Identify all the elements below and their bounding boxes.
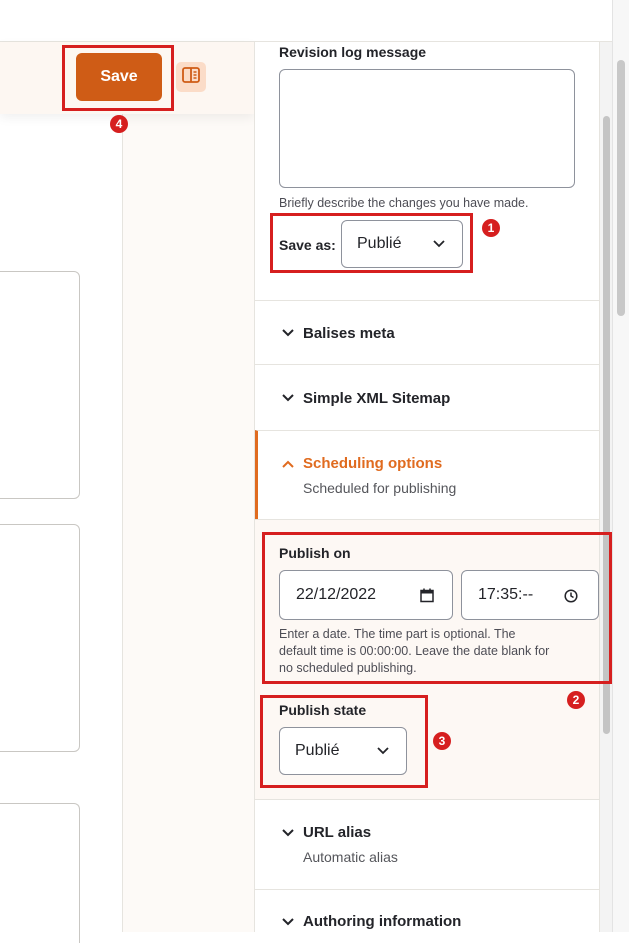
section-scheduling-options[interactable]: Scheduling options Scheduled for publish… — [255, 430, 599, 519]
publish-date-value: 22/12/2022 — [296, 586, 377, 603]
publish-on-help: Enter a date. The time part is optional.… — [279, 626, 589, 677]
calendar-icon[interactable] — [420, 588, 434, 603]
clock-icon[interactable] — [564, 589, 578, 603]
section-authoring-information[interactable]: Authoring information — [255, 889, 599, 932]
save-as-label: Save as: — [279, 237, 336, 253]
section-meta-tags[interactable]: Balises meta — [255, 300, 599, 364]
sidebar-toggle-button[interactable] — [176, 62, 206, 92]
page-scrollbar-thumb[interactable] — [617, 60, 625, 316]
section-title: Authoring information — [303, 913, 462, 930]
section-xml-sitemap[interactable]: Simple XML Sitemap — [255, 364, 599, 430]
chevron-down-icon — [282, 394, 294, 402]
publish-date-input[interactable]: 22/12/2022 — [279, 570, 453, 620]
chevron-down-icon — [282, 329, 294, 337]
annotation-badge: 2 — [567, 691, 585, 709]
revision-log-description: Briefly describe the changes you have ma… — [279, 196, 529, 210]
publish-time-input[interactable]: 17:35:-- — [461, 570, 599, 620]
content-field-box[interactable] — [0, 524, 80, 752]
save-button[interactable]: Save — [76, 53, 162, 101]
section-title: Balises meta — [303, 325, 395, 342]
publish-state-value: Publié — [295, 742, 340, 759]
publish-state-label: Publish state — [279, 702, 367, 718]
save-as-select[interactable]: Publié — [341, 220, 463, 268]
revision-log-textarea[interactable] — [279, 69, 575, 188]
section-title: Simple XML Sitemap — [303, 390, 451, 407]
gutter — [123, 42, 254, 932]
publish-state-select[interactable]: Publié — [279, 727, 407, 775]
chevron-down-icon — [377, 747, 389, 755]
publish-on-help-line: no scheduled publishing. — [279, 661, 417, 675]
content-field-box[interactable] — [0, 803, 80, 943]
content-field-box[interactable] — [0, 271, 80, 499]
publish-time-value: 17:35:-- — [478, 586, 534, 603]
section-summary: Automatic alias — [303, 849, 398, 865]
annotation-badge: 4 — [110, 115, 128, 133]
annotation-badge: 1 — [482, 219, 500, 237]
section-url-alias[interactable]: URL alias Automatic alias — [255, 799, 599, 889]
revision-log-label: Revision log message — [279, 44, 427, 60]
section-title: URL alias — [303, 824, 372, 841]
save-as-value: Publié — [357, 235, 402, 252]
publish-on-label: Publish on — [279, 545, 351, 561]
chevron-down-icon — [282, 829, 294, 837]
annotation-badge: 3 — [433, 732, 451, 750]
chevron-down-icon — [433, 240, 445, 248]
sidebar-scrollbar-thumb[interactable] — [603, 116, 610, 734]
chevron-up-icon — [282, 460, 294, 468]
section-summary: Scheduled for publishing — [303, 480, 457, 496]
chevron-down-icon — [282, 918, 294, 926]
publish-on-help-line: default time is 00:00:00. Leave the date… — [279, 644, 550, 658]
top-header-bar — [0, 0, 612, 42]
main-content-area — [0, 114, 122, 943]
section-title: Scheduling options — [303, 455, 443, 472]
sidebar-toggle-icon — [182, 66, 200, 88]
publish-on-help-line: Enter a date. The time part is optional.… — [279, 627, 516, 641]
